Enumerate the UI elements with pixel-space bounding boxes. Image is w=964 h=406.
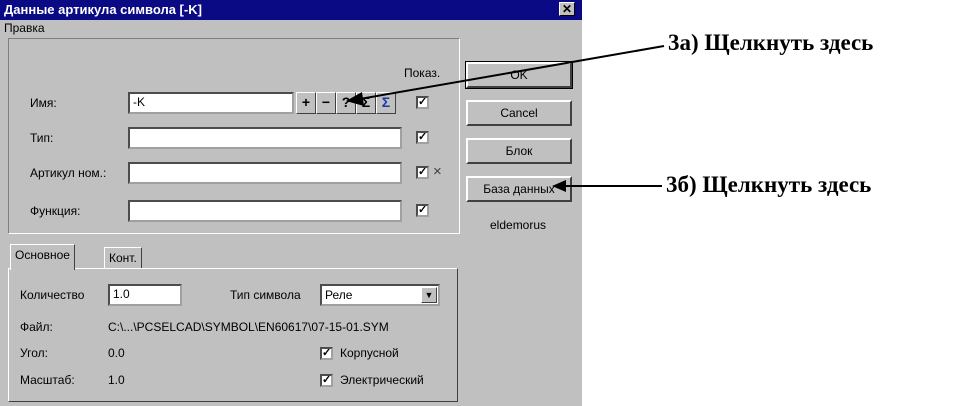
arrow-line-a [353,45,665,101]
arrow-head-b [552,180,566,192]
tab-main[interactable]: Основное [10,244,75,270]
annotation-arrows [346,45,665,192]
arrow-head-a [346,92,364,106]
annotation-a: 3а) Щелкнуть здесь [668,30,874,55]
annotation-b: 3б) Щелкнуть здесь [666,172,872,197]
